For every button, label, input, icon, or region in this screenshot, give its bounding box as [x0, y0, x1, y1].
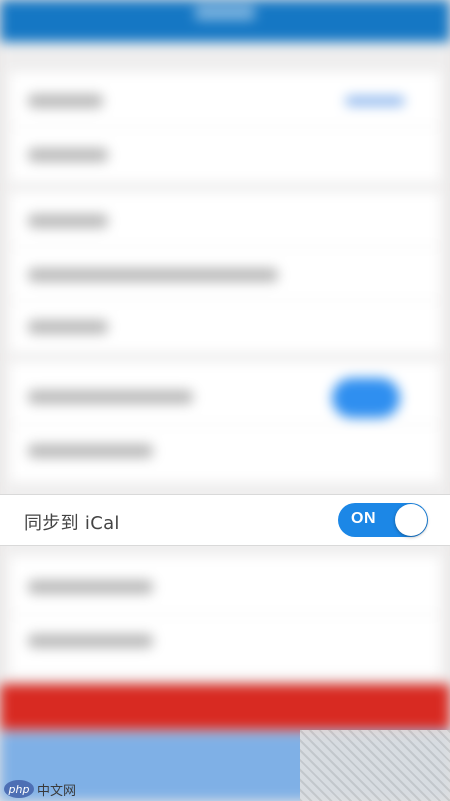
blurred-label	[28, 444, 153, 458]
row-divider	[10, 126, 440, 127]
settings-card-4	[10, 556, 440, 676]
php-logo: php	[4, 780, 34, 798]
settings-card-1	[10, 72, 440, 182]
row-divider	[10, 246, 440, 247]
blurred-label	[28, 148, 108, 162]
blurred-label	[28, 214, 108, 228]
watermark-site-text: 中文网	[37, 783, 77, 799]
header-title-blurred	[195, 6, 255, 20]
blurred-label	[28, 634, 153, 648]
settings-card-3	[10, 362, 440, 482]
app-header	[0, 0, 450, 42]
row-divider	[10, 614, 440, 615]
blurred-delete-button	[0, 684, 450, 730]
toggle-on-text: ON	[351, 510, 376, 527]
blurred-toggle	[332, 378, 400, 418]
row-divider	[10, 300, 440, 301]
blurred-label	[28, 94, 103, 108]
blurred-label	[28, 580, 153, 594]
blurred-label	[28, 390, 193, 404]
sync-to-ical-toggle[interactable]: ON	[338, 503, 428, 537]
watermark: php 中文网	[4, 779, 76, 799]
blurred-label	[28, 320, 108, 334]
toggle-knob	[395, 504, 427, 536]
row-divider	[10, 424, 440, 425]
blurred-background-screen	[0, 0, 450, 801]
blurred-label	[28, 268, 278, 282]
settings-card-2	[10, 192, 440, 352]
blurred-link	[345, 96, 405, 106]
sync-to-ical-row: 同步到 iCal ON	[0, 494, 450, 546]
sync-to-ical-label: 同步到 iCal	[24, 513, 120, 534]
watermark-texture	[300, 730, 450, 801]
